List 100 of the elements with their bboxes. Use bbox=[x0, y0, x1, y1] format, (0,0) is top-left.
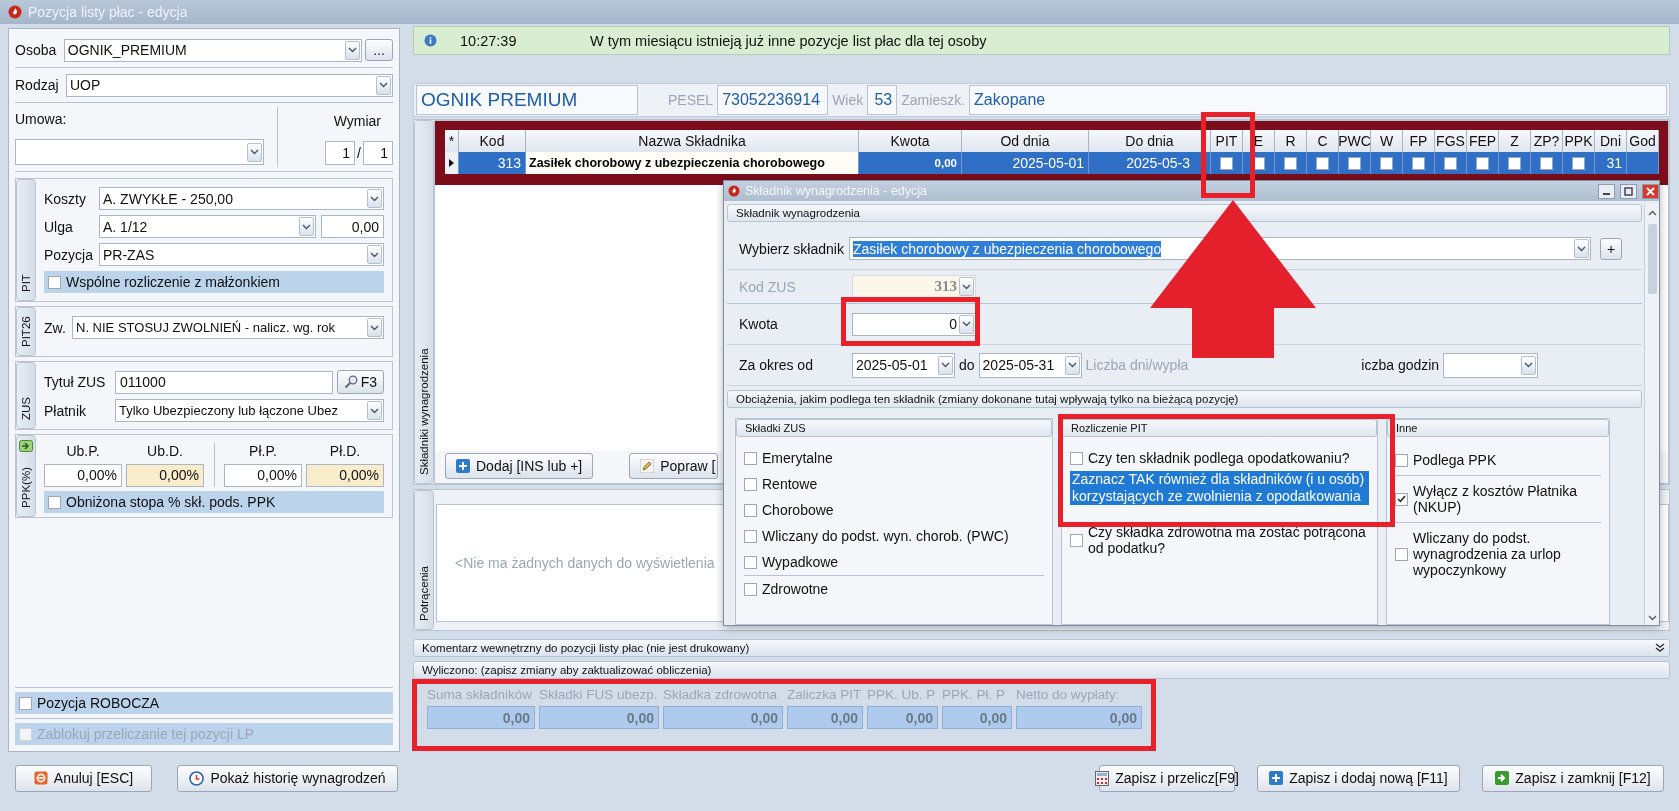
checkbox[interactable] bbox=[744, 503, 757, 517]
checkbox[interactable] bbox=[744, 582, 757, 596]
button[interactable]: Pokaż historię wynagrodzeń bbox=[177, 764, 398, 792]
checkbox[interactable] bbox=[1540, 156, 1553, 170]
checkbox-label: Emerytalne bbox=[762, 450, 833, 466]
button[interactable]: Anuluj [ESC] bbox=[15, 764, 152, 792]
button[interactable]: Dodaj [INS lub +] bbox=[445, 453, 594, 479]
table-cell[interactable]: Zasiłek chorobowy z ubezpieczenia chorobowego bbox=[526, 152, 859, 174]
checkbox[interactable] bbox=[1395, 547, 1408, 561]
percent-field[interactable]: 0,00% bbox=[44, 463, 122, 487]
field-label: Zw. bbox=[44, 319, 67, 336]
checkbox[interactable] bbox=[1395, 453, 1408, 467]
maximize-icon[interactable] bbox=[1620, 183, 1637, 199]
total-field: 0,00 bbox=[539, 706, 659, 729]
dropdown-field[interactable]: A. ZWYKŁE - 250,00 bbox=[99, 187, 384, 210]
add-button[interactable]: + bbox=[1600, 237, 1622, 260]
clock-icon bbox=[189, 770, 205, 786]
checkbox[interactable] bbox=[1070, 451, 1083, 465]
dropdown-field[interactable]: PR-ZAS bbox=[99, 243, 384, 266]
group-header: Składki ZUS bbox=[736, 419, 1052, 437]
column-label: Ub.D. bbox=[147, 443, 183, 460]
scroll-thumb[interactable] bbox=[1647, 224, 1657, 294]
ellipsis-button[interactable]: ... bbox=[365, 39, 393, 61]
checkbox[interactable] bbox=[1316, 156, 1329, 170]
section-bar[interactable]: Komentarz wewnętrzny do pozycji listy płac (nie jest drukowany) bbox=[413, 639, 1670, 657]
panel-tab[interactable]: PIT26 bbox=[16, 307, 36, 356]
section-bar: Wyliczono: (zapisz zmiany aby zaktualizować obliczenia) bbox=[413, 661, 1670, 679]
dropdown-field[interactable]: A. 1/12 bbox=[99, 215, 316, 238]
checkbox[interactable] bbox=[1476, 156, 1489, 170]
calculator-icon bbox=[1095, 770, 1110, 786]
plus-icon bbox=[1269, 771, 1284, 785]
number-field[interactable]: 1 bbox=[363, 141, 393, 165]
cancel-icon bbox=[33, 771, 48, 785]
double-chevron-icon[interactable] bbox=[1655, 643, 1665, 653]
checkbox[interactable] bbox=[1348, 156, 1361, 170]
dropdown-field[interactable]: UOP bbox=[66, 73, 393, 97]
column-header: Kod bbox=[459, 130, 526, 152]
dropdown-field[interactable]: N. NIE STOSUJ ZWOLNIEŃ - nalicz. wg. rok bbox=[72, 316, 384, 339]
total-label: PPK. Pł. P bbox=[942, 687, 1007, 702]
checkbox[interactable] bbox=[19, 696, 32, 710]
button[interactable]: Zapisz i dodaj nową [F11] bbox=[1257, 764, 1460, 792]
panel-tab[interactable]: ZUS bbox=[16, 362, 36, 429]
button[interactable]: Zapisz i zamknij [F12] bbox=[1482, 764, 1664, 792]
amount-field[interactable]: 0,00 bbox=[321, 215, 384, 238]
checkbox[interactable] bbox=[744, 529, 757, 543]
search-button[interactable]: F3 bbox=[336, 370, 384, 394]
panel-tab[interactable]: PPK(%) bbox=[16, 435, 36, 517]
pencil-icon bbox=[640, 459, 655, 473]
flame-icon bbox=[8, 5, 22, 19]
text-field[interactable]: 011000 bbox=[115, 370, 333, 394]
dropdown-field[interactable]: OGNIK_PREMIUM bbox=[63, 38, 363, 62]
panel-tab[interactable]: Potrącenia bbox=[414, 490, 434, 630]
percent-field[interactable]: 0,00% bbox=[224, 463, 302, 487]
checkbox[interactable] bbox=[1380, 156, 1393, 170]
column-header: C bbox=[1307, 130, 1339, 152]
panel-tab[interactable]: Składniki wynagrodzenia bbox=[414, 120, 434, 484]
column-header: PPK bbox=[1563, 130, 1595, 152]
number-field[interactable]: 1 bbox=[325, 141, 356, 165]
field-label: Za okres od bbox=[739, 357, 814, 373]
column-header: * bbox=[445, 130, 459, 152]
dropdown-field[interactable]: Tylko Ubezpieczony lub łączone Ubez bbox=[115, 399, 384, 422]
table-row[interactable]: 313 Zasiłek chorobowy z ubezpieczenia chorobowego 0,00 2025-05-01 2025-05-3 31 bbox=[445, 152, 1659, 174]
date-field[interactable]: 2025-05-01 bbox=[852, 352, 955, 378]
checkbox[interactable] bbox=[48, 275, 61, 289]
column-header: Od dnia bbox=[962, 130, 1089, 152]
checkbox[interactable] bbox=[744, 451, 757, 465]
checkbox[interactable] bbox=[1395, 492, 1408, 506]
close-icon[interactable] bbox=[1642, 183, 1659, 199]
total-label: Netto do wypłaty: bbox=[1016, 687, 1121, 702]
person-name: OGNIK PREMIUM bbox=[416, 85, 638, 115]
checkbox[interactable] bbox=[1412, 156, 1425, 170]
checkbox[interactable] bbox=[1284, 156, 1297, 170]
checkbox[interactable] bbox=[1572, 156, 1585, 170]
column-header: God bbox=[1627, 130, 1659, 152]
checkbox-label: Wspólne rozliczenie z małżonkiem bbox=[66, 274, 280, 290]
checkbox-label: Wliczany do podst. wyn. chorob. (PWC) bbox=[762, 528, 1009, 544]
field-label: Zamieszk. bbox=[901, 92, 966, 108]
search-icon bbox=[343, 375, 358, 389]
percent-field: 0,00% bbox=[126, 463, 204, 487]
checkbox[interactable] bbox=[48, 495, 61, 509]
checkbox[interactable] bbox=[1508, 156, 1521, 170]
checkbox[interactable] bbox=[744, 555, 757, 569]
dropdown-field[interactable]: 0 bbox=[852, 312, 976, 336]
scroll-up-icon[interactable] bbox=[1647, 210, 1657, 216]
column-header: FGS bbox=[1435, 130, 1467, 152]
date-field[interactable]: 2025-05-31 bbox=[978, 352, 1082, 378]
checkbox[interactable] bbox=[1444, 156, 1457, 170]
checkbox[interactable] bbox=[744, 477, 757, 491]
button[interactable]: Popraw [ bbox=[629, 453, 719, 479]
minimize-icon[interactable] bbox=[1598, 183, 1615, 199]
column-header: Nazwa Składnika bbox=[526, 130, 859, 152]
scroll-down-icon[interactable] bbox=[1647, 615, 1657, 621]
checkbox[interactable] bbox=[1220, 156, 1233, 170]
checkbox-label: Zdrowotne bbox=[762, 581, 829, 597]
arrow-right-icon bbox=[1495, 771, 1510, 785]
dropdown-field[interactable] bbox=[15, 139, 264, 165]
checkbox[interactable] bbox=[1070, 533, 1083, 547]
dropdown-field[interactable] bbox=[1443, 352, 1539, 378]
export-icon bbox=[19, 440, 33, 452]
panel-tab[interactable]: PIT bbox=[16, 179, 36, 301]
